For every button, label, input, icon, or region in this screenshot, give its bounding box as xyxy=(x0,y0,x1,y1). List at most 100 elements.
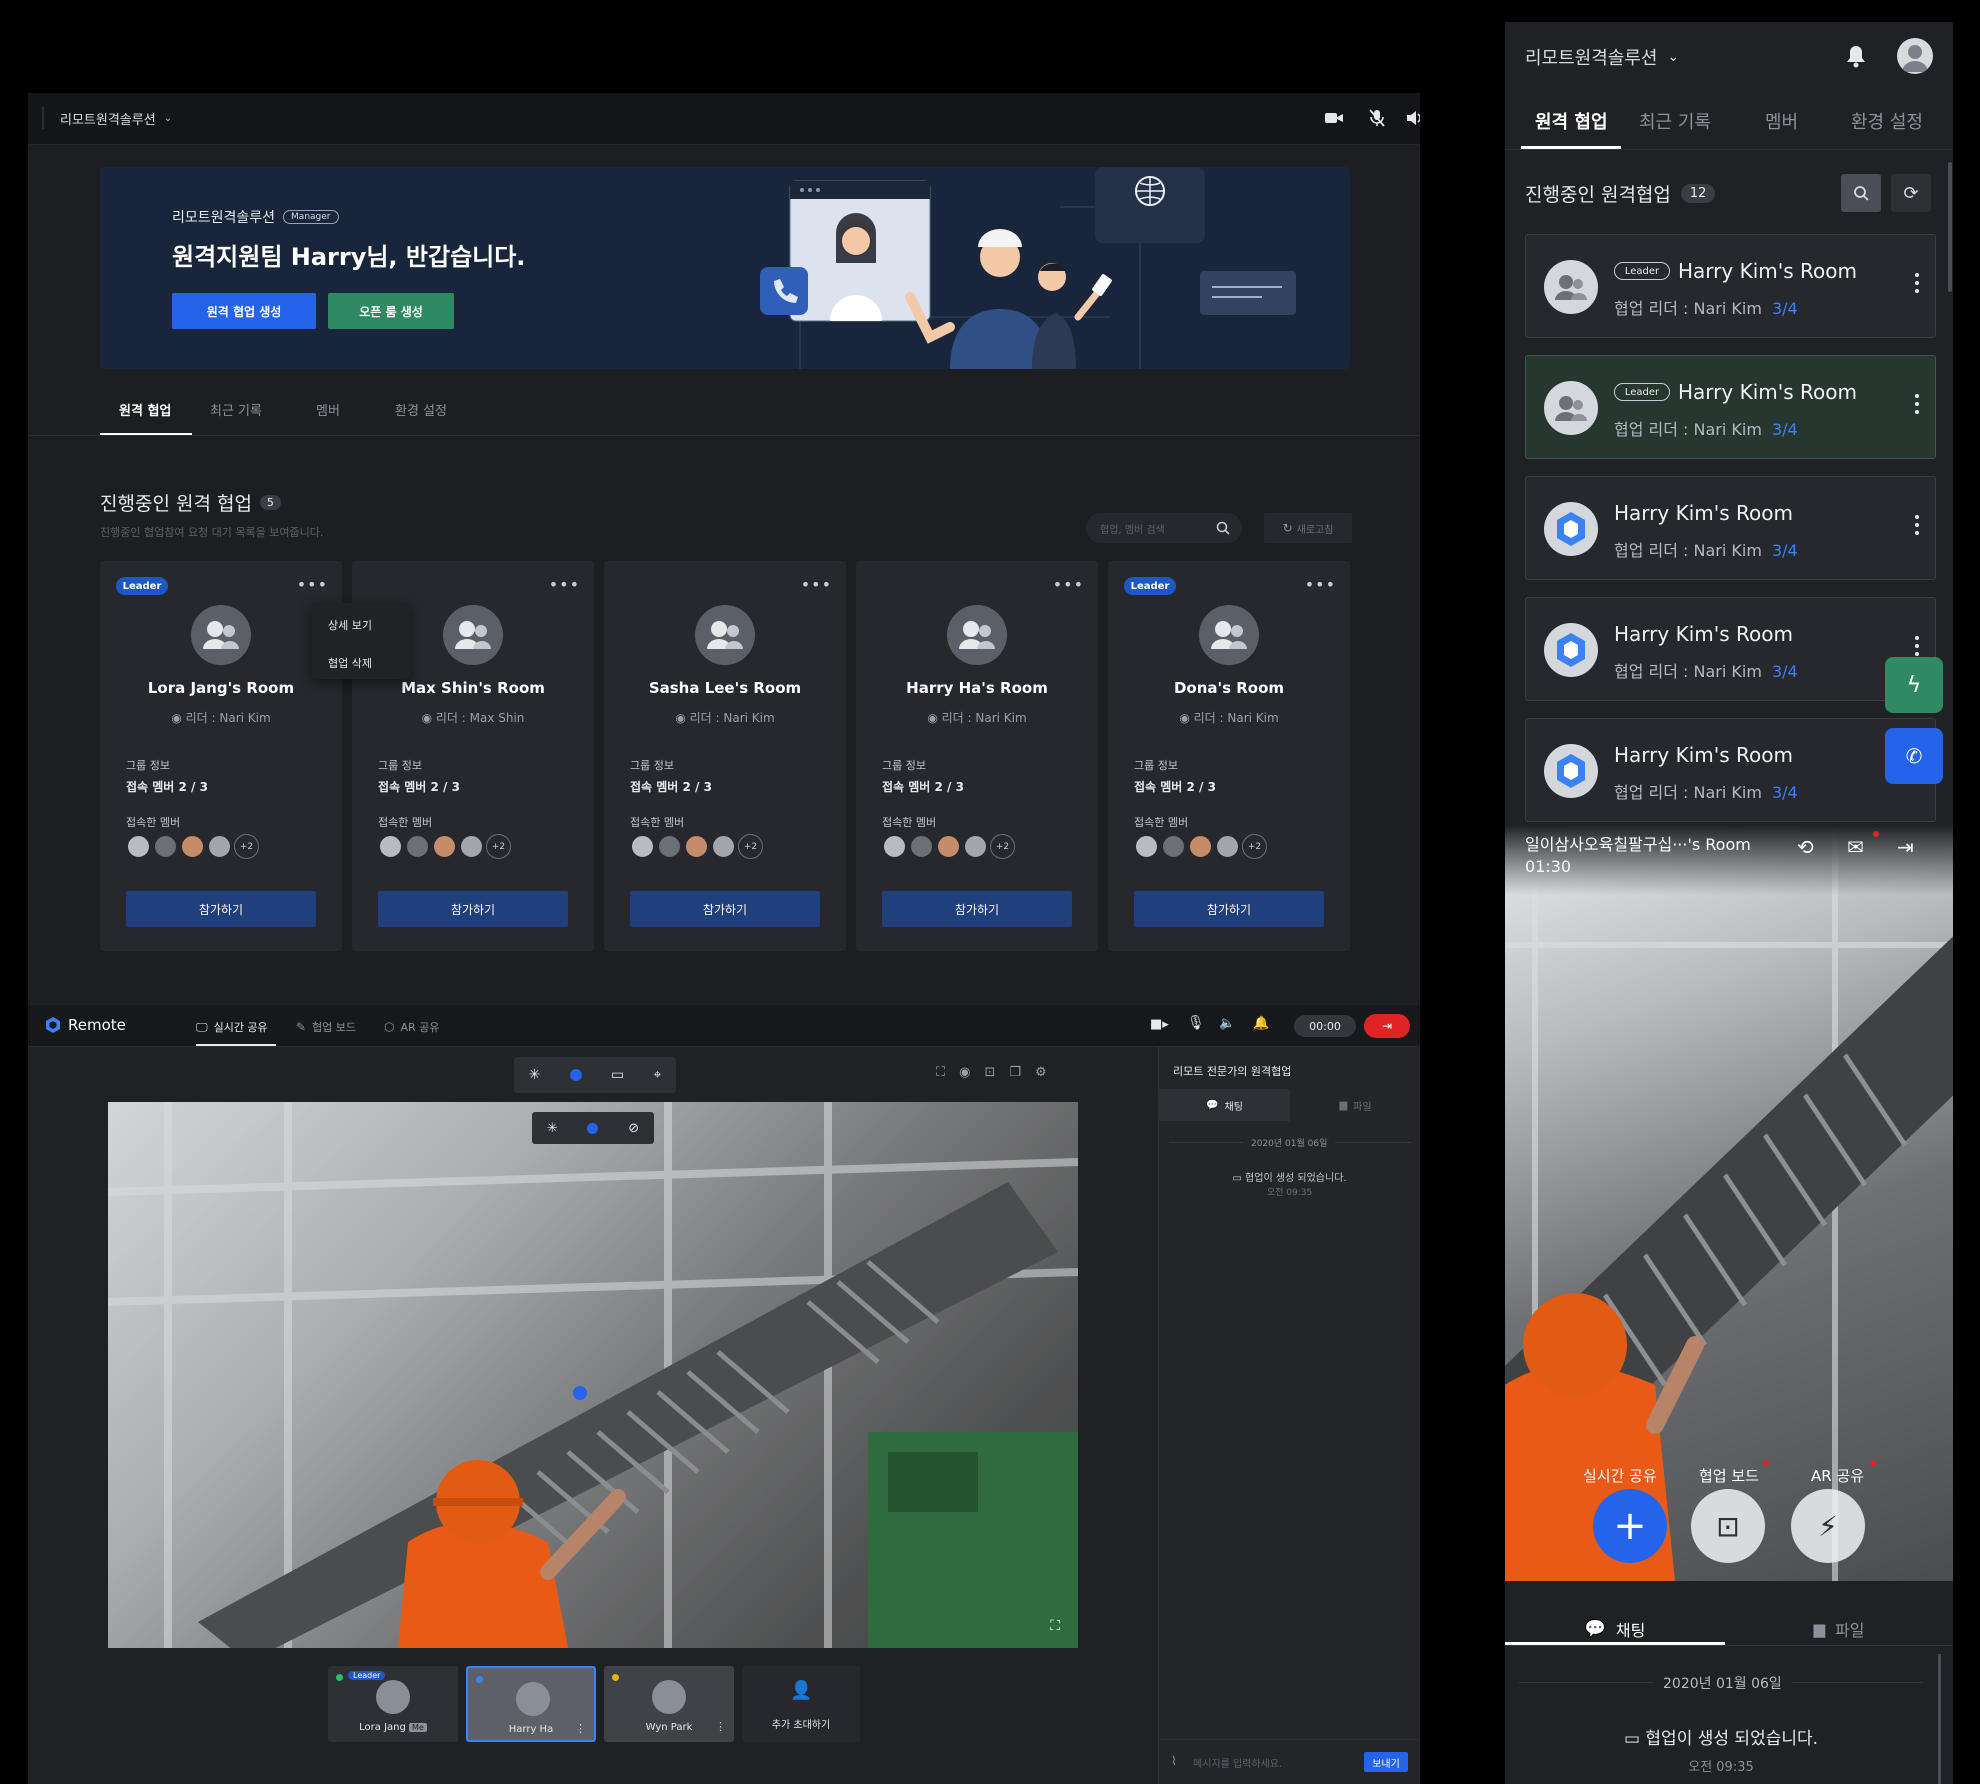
tab-members[interactable]: 멤버 xyxy=(316,400,340,419)
speaker-icon[interactable] xyxy=(1406,109,1420,127)
tab-remote-collab[interactable]: 원격 협업 xyxy=(119,400,171,419)
tab-settings[interactable]: 환경 설정 xyxy=(395,400,447,419)
search-box[interactable]: 협업, 멤버 검색 xyxy=(1086,513,1242,543)
menu-item-view-details[interactable]: 상세 보기 xyxy=(328,617,372,633)
join-button[interactable]: 참가하기 xyxy=(1134,891,1324,927)
mobile-room-card[interactable]: Harry Kim's Room 협업 리더 : Nari Kim 3/4 xyxy=(1525,476,1936,580)
more-options-icon[interactable]: ••• xyxy=(1053,575,1084,594)
capture-button[interactable]: ⊡ xyxy=(1691,1489,1765,1563)
laser-pointer-icon[interactable]: ✳ xyxy=(547,1121,558,1136)
quick-action-button[interactable]: ϟ xyxy=(1885,657,1943,713)
attach-icon[interactable]: ⌇ xyxy=(1171,1754,1177,1768)
collaboration-card[interactable]: Leader ••• Dona's Room ◉ 리더 : Nari Kim 그룹 정보… xyxy=(1108,561,1350,951)
joined-members-label: 접속한 멤버 xyxy=(126,816,181,829)
mobile-refresh-button[interactable]: ⟳ xyxy=(1891,174,1931,212)
more-options-icon[interactable]: ••• xyxy=(549,575,580,594)
mode-board[interactable]: 협업 보드 xyxy=(1699,1465,1759,1486)
mobile-workspace-selector[interactable]: 리모트원격솔루션 ⌄ xyxy=(1525,44,1679,70)
color-dot[interactable] xyxy=(569,1069,582,1081)
collaboration-card[interactable]: ••• Sasha Lee's Room ◉ 리더 : Nari Kim 그룹 정보 접… xyxy=(604,561,846,951)
join-button[interactable]: 참가하기 xyxy=(882,891,1072,927)
copy-icon[interactable]: ❐ xyxy=(1009,1065,1021,1080)
collaboration-card[interactable]: ••• Harry Ha's Room ◉ 리더 : Nari Kim 그룹 정보 접속… xyxy=(856,561,1098,951)
more-options-icon[interactable] xyxy=(1915,394,1919,418)
refresh-button[interactable]: ↻ 새로고침 xyxy=(1264,513,1352,543)
add-button[interactable]: + xyxy=(1593,1489,1667,1563)
more-options-icon[interactable] xyxy=(1915,273,1919,297)
shared-video-stage[interactable]: ✳ ⊘ ⛶ xyxy=(108,1102,1078,1648)
more-options-icon[interactable]: ••• xyxy=(1305,575,1336,594)
mode-live-share[interactable]: 실시간 공유 xyxy=(1583,1465,1657,1486)
ar-cube-icon: ⬡ xyxy=(384,1020,395,1034)
participant-tile[interactable]: Leader Lora Jang Me xyxy=(328,1666,458,1742)
pin-icon[interactable]: ⌖ xyxy=(653,1067,661,1083)
remote-tab-board[interactable]: ✎ 협업 보드 xyxy=(296,1019,356,1035)
workspace-name: 리모트원격솔루션 xyxy=(60,113,156,128)
search-icon[interactable] xyxy=(1216,521,1230,535)
mobile-tab-settings[interactable]: 환경 설정 xyxy=(1851,108,1923,134)
participant-tile[interactable]: Wyn Park ⋮ xyxy=(604,1666,734,1742)
system-message-time: 오전 09:35 xyxy=(1266,1188,1313,1198)
capture-icon[interactable]: ⊡ xyxy=(984,1065,995,1080)
record-icon[interactable]: ◉ xyxy=(959,1065,970,1080)
user-avatar[interactable] xyxy=(1897,38,1933,74)
laser-pointer-icon[interactable]: ✳ xyxy=(529,1067,541,1083)
create-open-room-button[interactable]: 오픈 룸 생성 xyxy=(328,293,454,329)
chat-icon[interactable]: ✉ xyxy=(1847,835,1864,859)
mobile-scrollbar[interactable] xyxy=(1948,162,1952,292)
microphone-icon[interactable]: 🎙 xyxy=(1187,1015,1205,1031)
mobile-room-card[interactable]: Leader Harry Kim's Room 협업 리더 : Nari Kim 3/… xyxy=(1525,234,1936,338)
participant-tile[interactable]: Harry Ha ⋮ xyxy=(466,1666,596,1742)
create-collaboration-button[interactable]: 원격 협업 생성 xyxy=(172,293,316,329)
notification-bell-icon[interactable]: 🔔 xyxy=(1253,1016,1269,1031)
member-avatars: +2 xyxy=(1134,834,1267,860)
flash-off-button[interactable]: ⚡ xyxy=(1791,1489,1865,1563)
workspace-selector[interactable]: 리모트원격솔루션 ⌄ xyxy=(60,109,172,128)
more-options-icon[interactable]: ⋮ xyxy=(575,1722,586,1735)
mobile-room-card[interactable]: Harry Kim's Room 협업 리더 : Nari Kim 3/4 xyxy=(1525,718,1936,822)
screen-icon[interactable]: ▭ xyxy=(611,1067,624,1083)
mic-muted-icon[interactable] xyxy=(1368,108,1386,128)
mobile-chat-scrollbar[interactable] xyxy=(1938,1654,1941,1784)
call-button[interactable]: ✆ xyxy=(1885,728,1943,784)
more-options-icon[interactable]: ••• xyxy=(801,575,832,594)
join-button[interactable]: 참가하기 xyxy=(126,891,316,927)
mobile-search-button[interactable] xyxy=(1841,174,1881,212)
join-button[interactable]: 참가하기 xyxy=(378,891,568,927)
chat-input[interactable]: 메시지를 입력하세요. xyxy=(1193,1755,1282,1770)
fit-screen-icon[interactable]: ⛶ xyxy=(936,1065,945,1080)
notification-bell-icon[interactable] xyxy=(1845,44,1867,68)
invite-button[interactable]: 👤 추가 초대하기 xyxy=(742,1666,860,1742)
mobile-room-card[interactable]: Leader Harry Kim's Room 협업 리더 : Nari Kim 3/… xyxy=(1525,355,1936,459)
member-avatar xyxy=(1161,834,1186,859)
remote-tab-live-share[interactable]: 🖵 실시간 공유 xyxy=(196,1019,268,1035)
file-tab[interactable]: ▆ 파일 xyxy=(1290,1089,1421,1121)
menu-item-delete-collab[interactable]: 협업 삭제 xyxy=(328,655,372,671)
speaker-icon[interactable]: 🔈 xyxy=(1219,1016,1235,1031)
board-notice-dot xyxy=(1763,1460,1769,1466)
remote-tab-ar[interactable]: ⬡ AR 공유 xyxy=(384,1019,439,1035)
tab-recent-history[interactable]: 최근 기록 xyxy=(210,400,262,419)
camera-switch-icon[interactable]: ⟲ xyxy=(1797,835,1814,859)
collaboration-card[interactable]: Leader ••• Lora Jang's Room ◉ 리더 : Nari Kim… xyxy=(100,561,342,951)
more-options-icon[interactable]: ⋮ xyxy=(715,1720,726,1733)
send-button[interactable]: 보내기 xyxy=(1364,1752,1408,1772)
stop-share-icon[interactable]: ⊘ xyxy=(628,1121,639,1136)
exit-icon[interactable]: ⇥ xyxy=(1897,835,1914,859)
mobile-room-card[interactable]: Harry Kim's Room 협업 리더 : Nari Kim 3/4 xyxy=(1525,597,1936,701)
join-button[interactable]: 참가하기 xyxy=(630,891,820,927)
more-options-icon[interactable]: ••• xyxy=(297,575,328,594)
mode-ar[interactable]: AR 공유 xyxy=(1811,1465,1864,1486)
video-camera-icon[interactable] xyxy=(1324,110,1344,126)
chat-tab[interactable]: 💬 채팅 xyxy=(1159,1089,1290,1121)
mobile-room-leader: 협업 리더 : Nari Kim 3/4 xyxy=(1614,295,1798,319)
mobile-tab-remote-collab[interactable]: 원격 협업 xyxy=(1535,108,1608,134)
more-options-icon[interactable] xyxy=(1915,515,1919,539)
video-camera-icon[interactable]: ■▸ xyxy=(1150,1017,1169,1032)
mobile-tab-recent[interactable]: 최근 기록 xyxy=(1639,108,1711,134)
color-dot[interactable] xyxy=(587,1122,599,1134)
mobile-tab-members[interactable]: 멤버 xyxy=(1765,108,1798,134)
fullscreen-icon[interactable]: ⛶ xyxy=(1050,1618,1060,1634)
gear-icon[interactable]: ⚙ xyxy=(1035,1065,1047,1080)
end-session-button[interactable]: ⇥ xyxy=(1364,1014,1410,1038)
